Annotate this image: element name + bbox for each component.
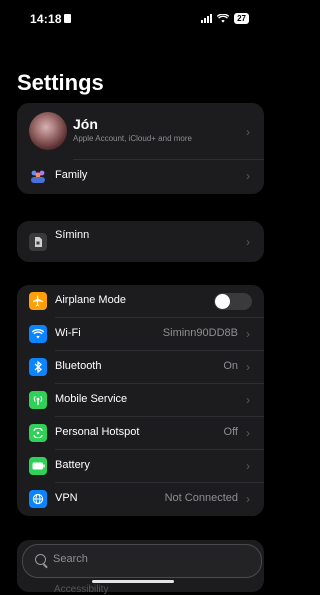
connectivity-group: Airplane Mode Wi-Fi Siminn90DD8B › Bluet… — [17, 285, 264, 516]
wifi-icon — [29, 325, 47, 343]
avatar — [29, 112, 67, 150]
chevron-right-icon: › — [246, 393, 250, 407]
chevron-right-icon: › — [246, 235, 250, 249]
page-title: Settings — [17, 70, 104, 95]
search-icon — [35, 554, 46, 565]
chevron-right-icon: › — [246, 360, 250, 374]
wifi-row[interactable]: Wi-Fi Siminn90DD8B › — [17, 318, 264, 351]
status-indicators: 27 — [201, 13, 249, 24]
profile-subtitle: Apple Account, iCloud+ and more — [73, 134, 192, 143]
family-icon — [29, 167, 47, 185]
battery-icon — [29, 457, 47, 475]
airplane-mode-toggle[interactable] — [214, 293, 252, 310]
carrier-row[interactable]: Síminn › — [17, 221, 264, 262]
carrier-group: Síminn › — [17, 221, 264, 262]
chevron-right-icon: › — [246, 459, 250, 473]
account-group: Jón Apple Account, iCloud+ and more › Fa… — [17, 103, 264, 194]
battery-label: Battery — [55, 459, 90, 471]
wifi-icon — [217, 14, 230, 23]
hotspot-icon — [29, 424, 47, 442]
airplane-mode-label: Airplane Mode — [55, 294, 126, 306]
mobile-service-row[interactable]: Mobile Service › — [17, 384, 264, 417]
cellular-signal-icon — [201, 14, 213, 23]
wifi-value: Siminn90DD8B — [162, 327, 238, 339]
vpn-value: Not Connected — [164, 492, 238, 504]
orientation-lock-icon — [64, 14, 71, 23]
chevron-right-icon: › — [246, 492, 250, 506]
search-bar[interactable]: Search — [22, 544, 262, 578]
vpn-row[interactable]: VPN Not Connected › — [17, 483, 264, 516]
chevron-right-icon: › — [246, 426, 250, 440]
status-bar: 14:18 27 — [0, 0, 269, 40]
personal-hotspot-value: Off — [223, 426, 238, 438]
bluetooth-row[interactable]: Bluetooth On › — [17, 351, 264, 384]
family-row[interactable]: Family › — [17, 160, 264, 193]
bluetooth-label: Bluetooth — [55, 360, 102, 372]
carrier-label: Síminn — [55, 229, 90, 241]
search-input[interactable]: Search — [53, 553, 88, 565]
chevron-right-icon: › — [246, 169, 250, 183]
bluetooth-icon — [29, 358, 47, 376]
profile-row[interactable]: Jón Apple Account, iCloud+ and more › — [17, 103, 264, 160]
wifi-label: Wi-Fi — [55, 327, 81, 339]
airplane-icon — [29, 292, 47, 310]
status-time: 14:18 — [30, 12, 62, 26]
vpn-label: VPN — [55, 492, 78, 504]
profile-name: Jón — [73, 116, 98, 132]
sim-card-icon — [29, 233, 47, 251]
airplane-mode-row[interactable]: Airplane Mode — [17, 285, 264, 318]
globe-icon — [29, 490, 47, 508]
home-indicator[interactable] — [92, 580, 174, 583]
bluetooth-value: On — [223, 360, 238, 372]
battery-row[interactable]: Battery › — [17, 450, 264, 483]
battery-indicator: 27 — [234, 13, 249, 24]
mobile-service-label: Mobile Service — [55, 393, 128, 405]
family-label: Family — [55, 169, 88, 181]
personal-hotspot-label: Personal Hotspot — [55, 426, 140, 438]
antenna-icon — [29, 391, 47, 409]
chevron-right-icon: › — [246, 327, 250, 341]
personal-hotspot-row[interactable]: Personal Hotspot Off › — [17, 417, 264, 450]
chevron-right-icon: › — [246, 125, 250, 139]
accessibility-row-label[interactable]: Accessibility — [54, 584, 108, 595]
